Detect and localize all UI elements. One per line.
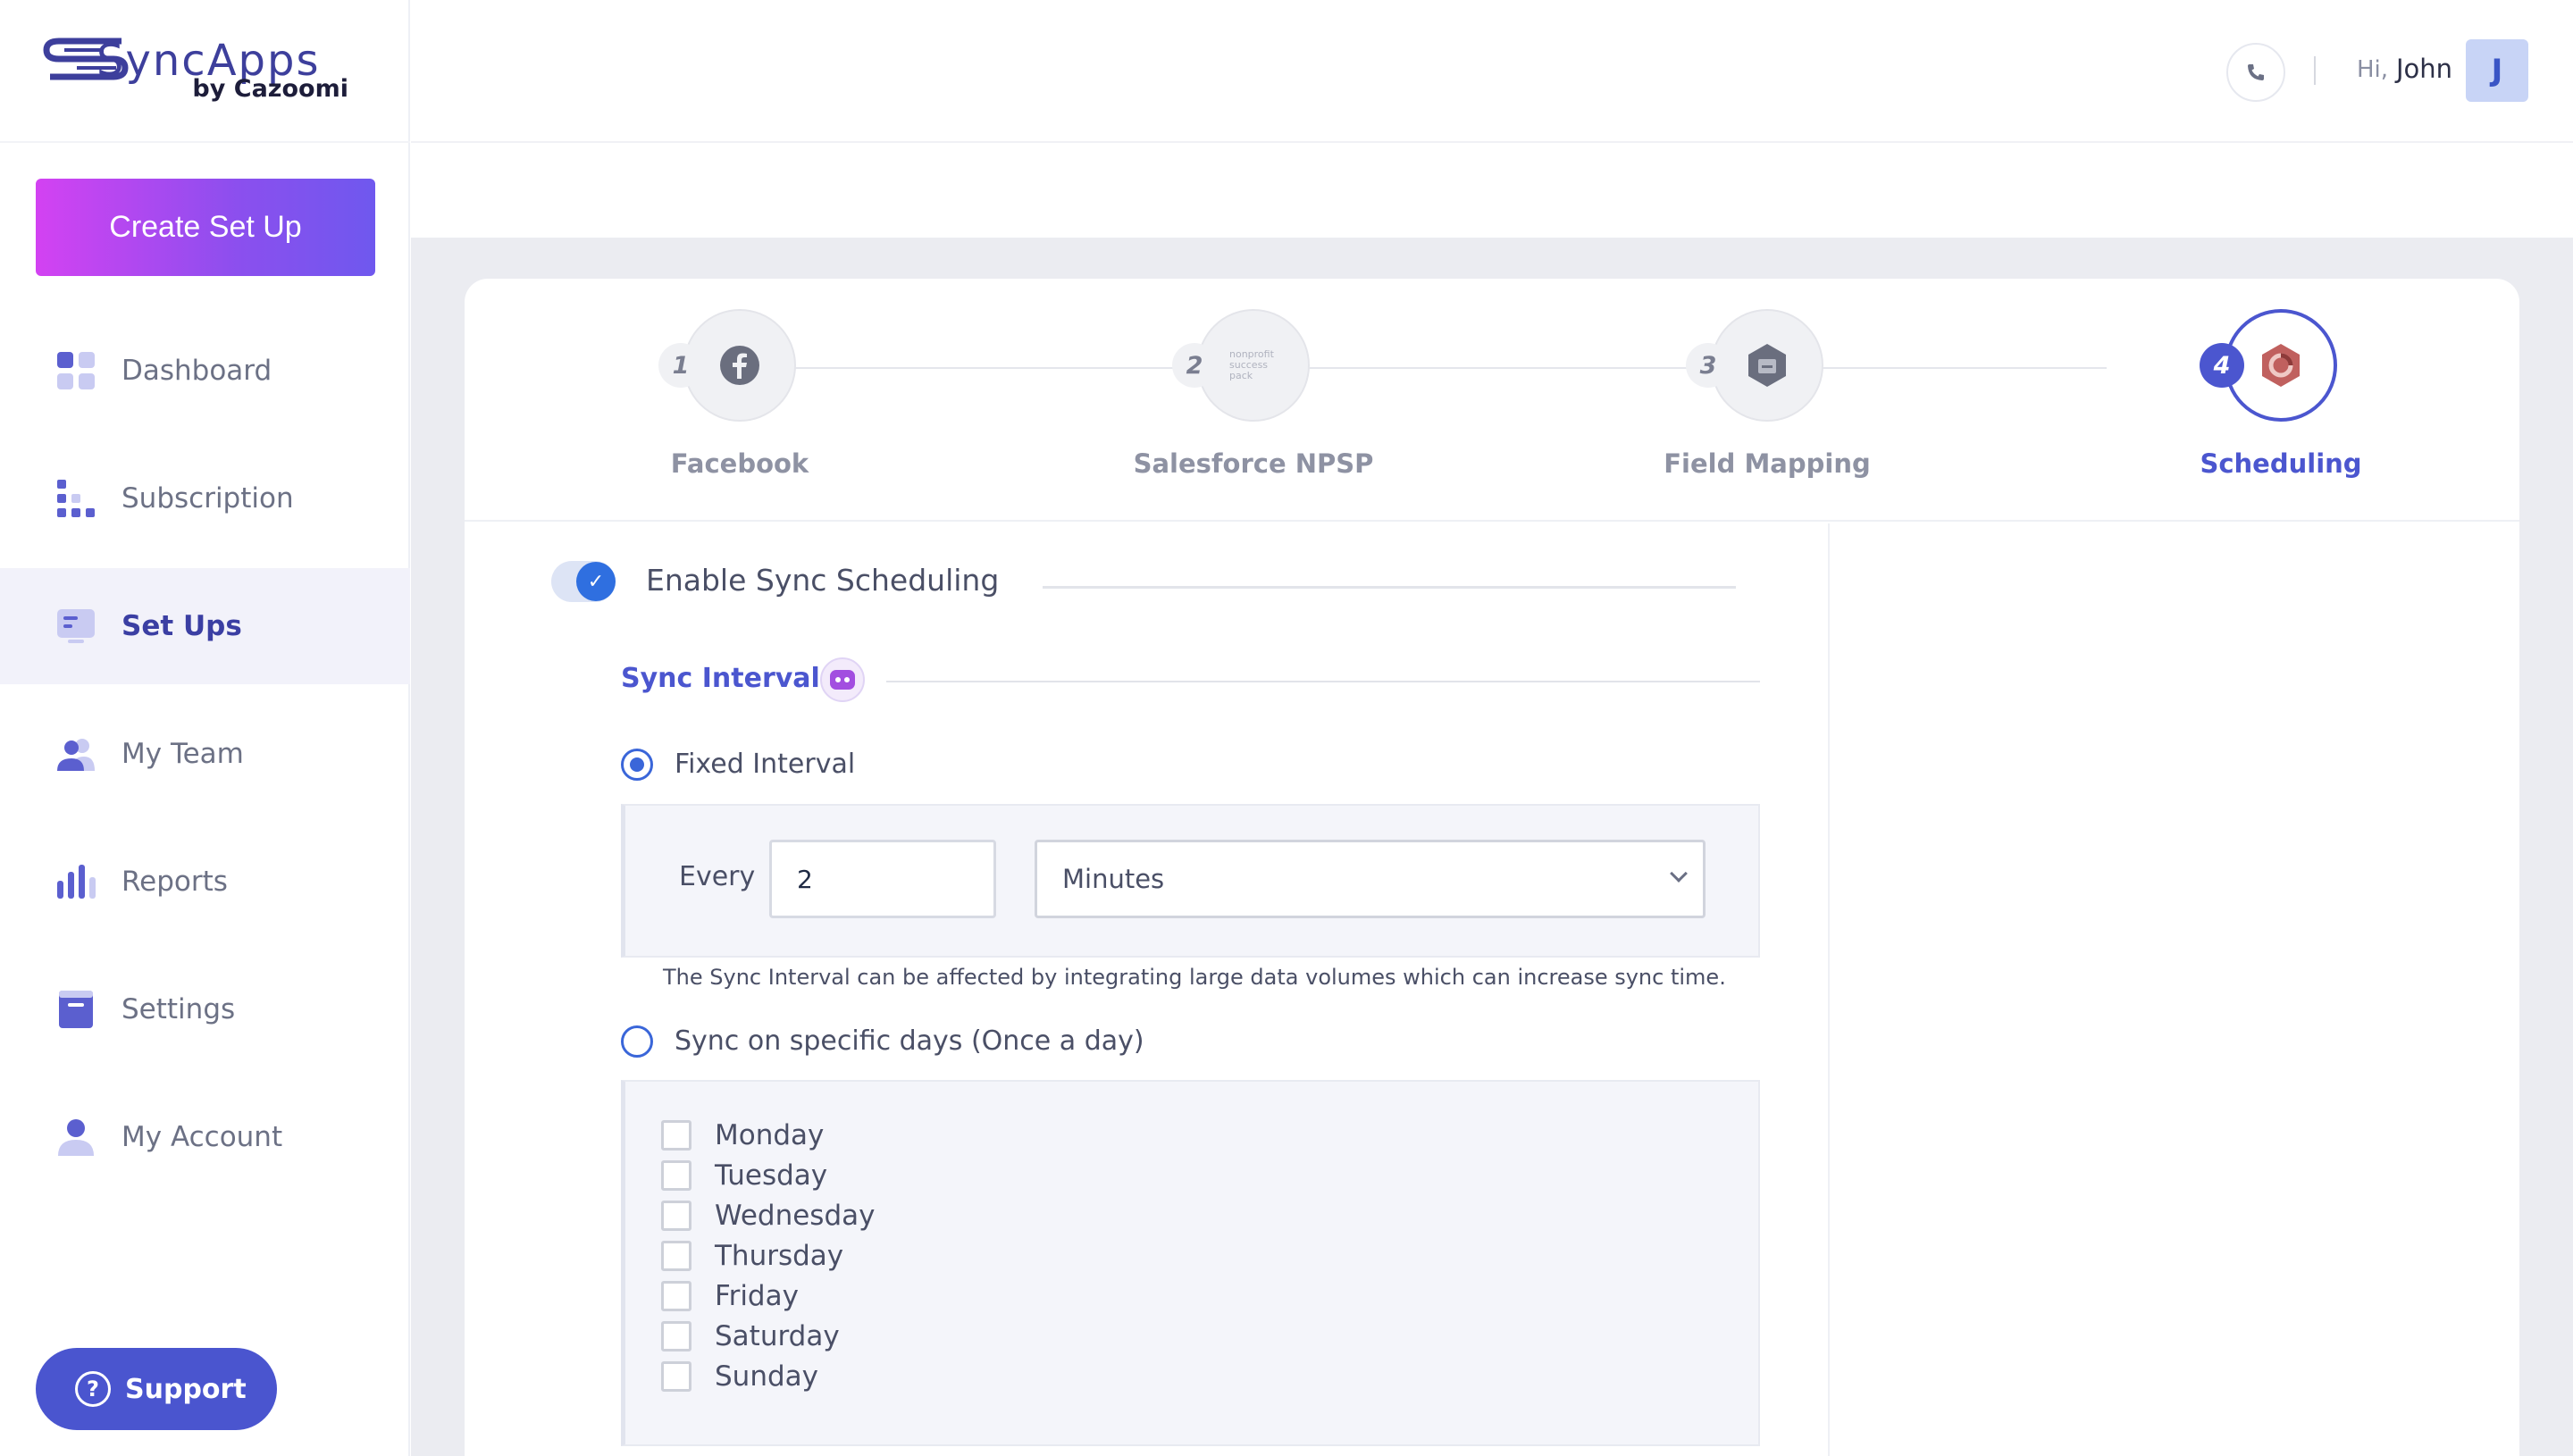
sidebar-item-label: Reports: [122, 866, 228, 898]
specific-days-label: Sync on specific days (Once a day): [675, 1025, 1144, 1057]
sidebar-item-label: Set Ups: [122, 610, 242, 642]
day-checkbox[interactable]: [661, 1241, 691, 1271]
day-checkbox[interactable]: [661, 1201, 691, 1231]
dashboard-icon: [55, 350, 96, 391]
sidebar-nav: Dashboard Subscription Set Ups My Team R…: [0, 313, 410, 1207]
day-option-saturday[interactable]: Saturday: [661, 1318, 840, 1354]
bot-icon[interactable]: [820, 657, 865, 702]
sidebar-item-reports[interactable]: Reports: [0, 824, 410, 940]
subscription-icon: [55, 478, 96, 519]
sidebar-item-label: My Account: [122, 1121, 283, 1153]
stepper-line: [722, 367, 2107, 369]
help-icon: ?: [75, 1371, 111, 1407]
day-option-friday[interactable]: Friday: [661, 1278, 799, 1314]
phone-icon: [2248, 64, 2264, 80]
section-divider: [886, 681, 1760, 682]
sidebar: SyncApps by Cazoomi Create Set Up Dashbo…: [0, 0, 410, 1456]
sync-interval-title: Sync Interval: [621, 663, 820, 694]
interval-unit-value: Minutes: [1062, 864, 1165, 894]
team-icon: [55, 733, 96, 774]
day-checkbox[interactable]: [661, 1321, 691, 1351]
day-checkbox[interactable]: [661, 1120, 691, 1151]
support-label: Support: [125, 1373, 247, 1405]
specific-days-radio[interactable]: [621, 1025, 653, 1058]
sidebar-item-my-account[interactable]: My Account: [0, 1079, 410, 1195]
phone-button[interactable]: [2226, 43, 2285, 102]
interval-unit-select[interactable]: Minutes: [1035, 840, 1706, 918]
support-button[interactable]: ? Support: [36, 1348, 277, 1430]
sync-interval-note: The Sync Interval can be affected by int…: [663, 965, 1726, 990]
sidebar-item-label: Dashboard: [122, 355, 272, 387]
day-option-tuesday[interactable]: Tuesday: [661, 1158, 827, 1193]
day-checkbox[interactable]: [661, 1281, 691, 1311]
day-label: Wednesday: [715, 1200, 876, 1232]
step-facebook[interactable]: 1 Facebook: [658, 309, 809, 479]
step-label: Scheduling: [2200, 448, 2362, 479]
nonprofit-success-pack-icon: nonprofit success pack: [1229, 348, 1274, 381]
settings-icon: [55, 989, 96, 1030]
day-checkbox[interactable]: [661, 1160, 691, 1191]
day-label: Friday: [715, 1280, 799, 1312]
syncapps-logo[interactable]: SyncApps by Cazoomi: [41, 27, 381, 109]
day-option-wednesday[interactable]: Wednesday: [661, 1198, 875, 1234]
step-salesforce-npsp[interactable]: nonprofit success pack 2 Salesforce NPSP: [1134, 309, 1373, 479]
logo-tagline: by Cazoomi: [192, 75, 348, 103]
reports-icon: [55, 861, 96, 902]
day-checkbox[interactable]: [661, 1361, 691, 1392]
section-divider: [1043, 586, 1736, 589]
header-separator: [2314, 56, 2316, 85]
top-header: Hi, John J: [411, 0, 2573, 143]
interval-value-input[interactable]: [769, 840, 996, 918]
step-label: Salesforce NPSP: [1133, 448, 1374, 479]
step-number: 3: [1686, 343, 1731, 388]
sidebar-item-settings[interactable]: Settings: [0, 951, 410, 1067]
setups-icon: [55, 606, 96, 647]
day-label: Monday: [715, 1119, 825, 1151]
top-strip: [411, 145, 2573, 238]
sidebar-item-label: Settings: [122, 993, 236, 1025]
step-number: 4: [2200, 343, 2244, 388]
account-icon: [55, 1117, 96, 1158]
day-option-thursday[interactable]: Thursday: [661, 1238, 843, 1274]
sidebar-item-label: Subscription: [122, 482, 294, 515]
day-option-sunday[interactable]: Sunday: [661, 1359, 818, 1394]
fixed-interval-label: Fixed Interval: [675, 749, 856, 780]
day-label: Tuesday: [715, 1159, 828, 1192]
create-setup-button[interactable]: Create Set Up: [36, 179, 375, 276]
fixed-interval-radio[interactable]: [621, 749, 653, 781]
chevron-down-icon: [1670, 865, 1688, 883]
sidebar-item-my-team[interactable]: My Team: [0, 696, 410, 812]
day-option-monday[interactable]: Monday: [661, 1117, 824, 1153]
step-number: 1: [658, 343, 703, 388]
setup-card: 1 Facebook nonprofit success pack 2 Sale…: [465, 279, 2519, 1456]
setup-stepper: 1 Facebook nonprofit success pack 2 Sale…: [465, 279, 2519, 522]
step-number: 2: [1172, 343, 1217, 388]
every-label: Every: [679, 861, 756, 892]
greeting-label: Hi,: [2357, 56, 2389, 83]
day-label: Thursday: [715, 1240, 844, 1272]
step-field-mapping[interactable]: 3 Field Mapping: [1664, 309, 1871, 479]
sidebar-item-dashboard[interactable]: Dashboard: [0, 313, 410, 429]
sidebar-item-subscription[interactable]: Subscription: [0, 440, 410, 556]
field-mapping-icon: [1748, 344, 1786, 387]
avatar[interactable]: J: [2466, 39, 2528, 102]
enable-scheduling-label: Enable Sync Scheduling: [646, 563, 1000, 598]
step-label: Field Mapping: [1664, 448, 1871, 479]
facebook-icon: [720, 346, 759, 385]
user-name[interactable]: John: [2396, 54, 2452, 84]
sidebar-item-setups[interactable]: Set Ups: [0, 568, 410, 684]
step-label: Facebook: [670, 448, 809, 479]
day-label: Sunday: [715, 1360, 818, 1393]
day-label: Saturday: [715, 1320, 840, 1352]
sidebar-divider: [0, 141, 410, 143]
enable-scheduling-toggle[interactable]: ✓: [551, 561, 616, 602]
step-scheduling[interactable]: 4 Scheduling: [2200, 309, 2362, 479]
scheduling-icon: [2262, 344, 2300, 387]
check-icon: ✓: [576, 562, 616, 601]
sidebar-item-label: My Team: [122, 738, 244, 770]
